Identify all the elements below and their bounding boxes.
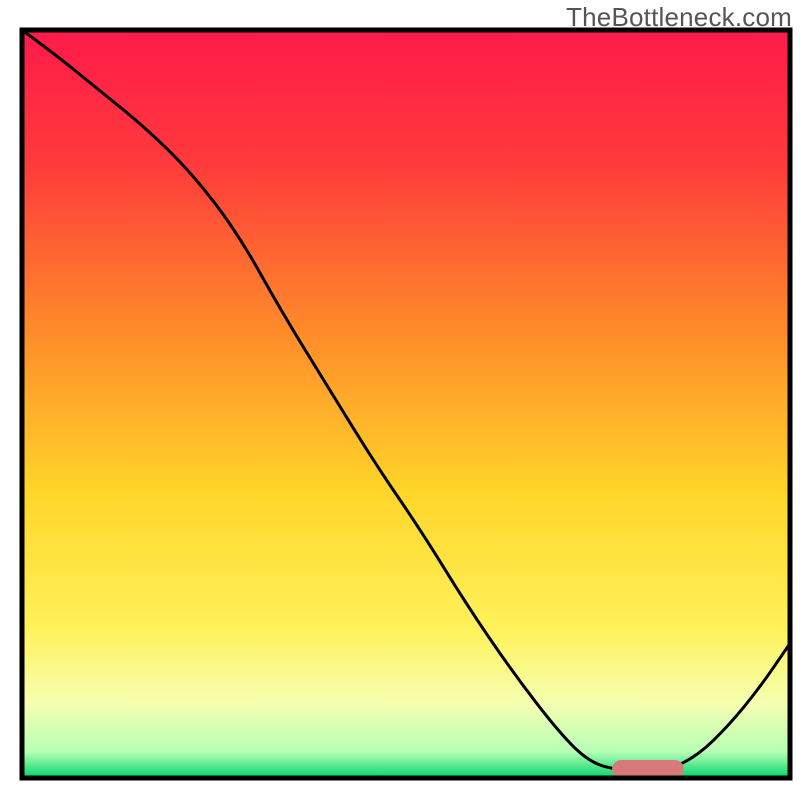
bottleneck-chart xyxy=(0,0,800,800)
chart-container: TheBottleneck.com xyxy=(0,0,800,800)
watermark-text: TheBottleneck.com xyxy=(566,2,792,33)
heat-gradient xyxy=(22,30,790,778)
